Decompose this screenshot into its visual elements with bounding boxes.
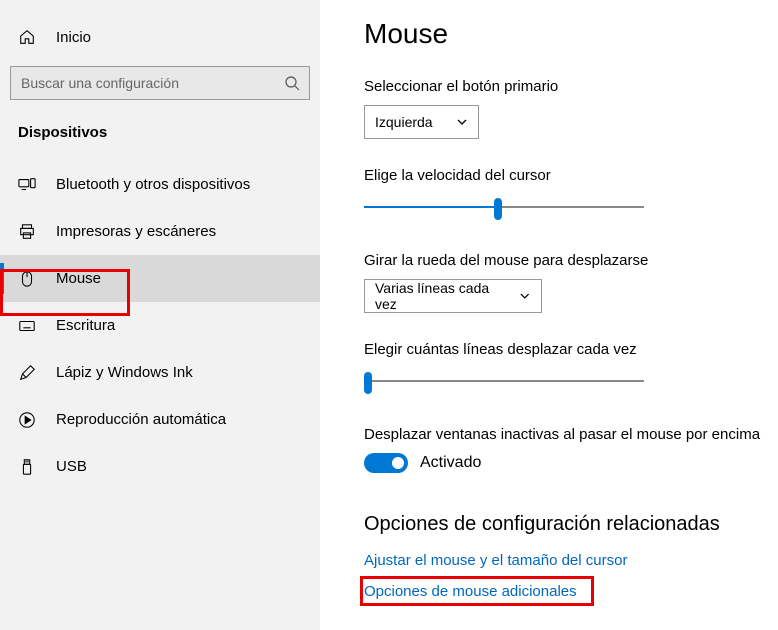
- cursor-speed-slider[interactable]: [364, 194, 644, 222]
- home-label: Inicio: [56, 29, 91, 46]
- pen-icon: [18, 364, 36, 382]
- primary-button-dropdown[interactable]: Izquierda: [364, 105, 479, 139]
- search-input[interactable]: [10, 66, 310, 100]
- home-icon: [18, 28, 36, 46]
- search-container: [10, 66, 310, 100]
- sidebar-item-pen[interactable]: Lápiz y Windows Ink: [0, 349, 320, 396]
- inactive-scroll-toggle[interactable]: [364, 453, 408, 473]
- wheel-scroll-dropdown[interactable]: Varias líneas cada vez: [364, 279, 542, 313]
- sidebar-item-typing[interactable]: Escritura: [0, 302, 320, 349]
- sidebar-item-mouse[interactable]: Mouse: [0, 255, 320, 302]
- main-content: Mouse Seleccionar el botón primario Izqu…: [320, 0, 778, 630]
- primary-button-label: Seleccionar el botón primario: [364, 78, 778, 95]
- chevron-down-icon: [456, 116, 468, 128]
- settings-sidebar: Inicio Dispositivos Bluetooth y otros di…: [0, 0, 320, 630]
- toggle-state: Activado: [420, 454, 481, 472]
- sidebar-item-label: USB: [56, 458, 87, 475]
- dropdown-value: Varias líneas cada vez: [375, 280, 509, 312]
- keyboard-icon: [18, 317, 36, 335]
- mouse-icon: [18, 270, 36, 288]
- sidebar-item-printers[interactable]: Impresoras y escáneres: [0, 208, 320, 255]
- printer-icon: [18, 223, 36, 241]
- home-button[interactable]: Inicio: [0, 28, 320, 66]
- category-title: Dispositivos: [0, 124, 320, 161]
- sidebar-item-bluetooth[interactable]: Bluetooth y otros dispositivos: [0, 161, 320, 208]
- page-title: Mouse: [364, 18, 778, 50]
- usb-icon: [18, 458, 36, 476]
- lines-scroll-label: Elegir cuántas líneas desplazar cada vez: [364, 341, 778, 358]
- sidebar-item-autoplay[interactable]: Reproducción automática: [0, 396, 320, 443]
- dropdown-value: Izquierda: [375, 114, 433, 130]
- sidebar-item-usb[interactable]: USB: [0, 443, 320, 490]
- sidebar-item-label: Reproducción automática: [56, 411, 226, 428]
- sidebar-item-label: Mouse: [56, 270, 101, 287]
- link-additional-mouse-options[interactable]: Opciones de mouse adicionales: [364, 583, 778, 600]
- inactive-scroll-label: Desplazar ventanas inactivas al pasar el…: [364, 426, 778, 443]
- related-settings-title: Opciones de configuración relacionadas: [364, 513, 778, 536]
- sidebar-item-label: Impresoras y escáneres: [56, 223, 216, 240]
- chevron-down-icon: [519, 290, 531, 302]
- sidebar-item-label: Lápiz y Windows Ink: [56, 364, 193, 381]
- autoplay-icon: [18, 411, 36, 429]
- sidebar-item-label: Escritura: [56, 317, 115, 334]
- lines-scroll-slider[interactable]: [364, 368, 644, 396]
- wheel-scroll-label: Girar la rueda del mouse para desplazars…: [364, 252, 778, 269]
- sidebar-item-label: Bluetooth y otros dispositivos: [56, 176, 250, 193]
- link-cursor-size[interactable]: Ajustar el mouse y el tamaño del cursor: [364, 552, 778, 569]
- cursor-speed-label: Elige la velocidad del cursor: [364, 167, 778, 184]
- devices-icon: [18, 176, 36, 194]
